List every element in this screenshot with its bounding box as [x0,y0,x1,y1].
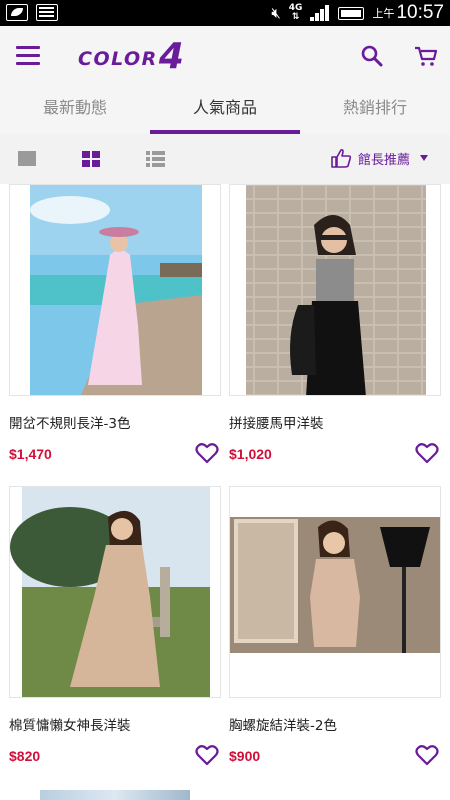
tab-latest[interactable]: 最新動態 [0,86,150,134]
tab-popular[interactable]: 人氣商品 [150,86,300,134]
category-tabs: 最新動態 人氣商品 熱銷排行 [0,86,450,134]
product-card[interactable]: 開岔不規則長洋-3色 $1,470 [9,184,221,474]
single-view-icon[interactable] [18,151,36,166]
heart-icon [415,745,439,766]
product-image[interactable] [9,486,221,698]
product-title[interactable]: 開岔不規則長洋-3色 [9,412,130,432]
product-title[interactable]: 胸螺旋結洋裝-2色 [229,714,337,734]
sort-dropdown[interactable]: 館長推薦 [330,147,429,169]
product-grid: 開岔不規則長洋-3色 $1,470 拼接腰馬甲洋裝 $1,020 棉質慵懶女神長… [0,184,450,800]
product-price: $900 [229,748,261,764]
sort-label: 館長推薦 [358,152,411,168]
product-price: $1,020 [229,446,272,462]
thumbs-up-icon [331,148,352,168]
cart-button[interactable] [413,44,439,68]
favorite-button[interactable] [195,442,219,464]
product-card[interactable]: 棉質慵懶女神長洋裝 $820 [9,486,221,776]
view-toolbar: 館長推薦 [0,134,450,184]
network-indicator: 4G ⇅ [288,3,303,22]
signal-icon [310,5,330,21]
product-image[interactable] [9,184,221,396]
search-icon [361,45,383,67]
favorite-button[interactable] [195,744,219,766]
search-button[interactable] [360,44,384,68]
grid-view-icon[interactable] [82,151,100,167]
product-card[interactable]: 胸螺旋結洋裝-2色 $900 [229,486,441,776]
heart-icon [195,745,219,766]
brand-logo: COLOR 4 [78,36,184,77]
leaf-icon [6,4,28,21]
mute-icon: 🔇︎ [271,4,281,22]
product-image[interactable] [40,790,190,800]
chevron-down-icon [420,155,429,161]
menu-button[interactable] [16,44,42,66]
time-prefix: 上午 [372,7,395,20]
product-title[interactable]: 棉質慵懶女神長洋裝 [9,714,131,734]
app-bar: COLOR 4 [0,26,450,86]
heart-icon [195,443,219,464]
product-card[interactable]: 拼接腰馬甲洋裝 $1,020 [229,184,441,474]
favorite-button[interactable] [415,744,439,766]
gallery-icon [36,4,58,21]
clock: 10:57 [396,2,444,23]
product-image[interactable] [229,486,441,698]
cart-icon [415,46,438,66]
product-price: $1,470 [9,446,52,462]
product-image[interactable] [229,184,441,396]
hamburger-icon [16,46,40,49]
battery-icon [338,6,365,20]
favorite-button[interactable] [415,442,439,464]
product-title[interactable]: 拼接腰馬甲洋裝 [229,412,324,432]
tab-bestsellers[interactable]: 熱銷排行 [300,86,450,134]
status-bar: 🔇︎ 4G ⇅ 上午 10:57 [0,0,450,26]
product-price: $820 [9,748,41,764]
list-view-icon[interactable] [146,151,165,167]
heart-icon [415,443,439,464]
